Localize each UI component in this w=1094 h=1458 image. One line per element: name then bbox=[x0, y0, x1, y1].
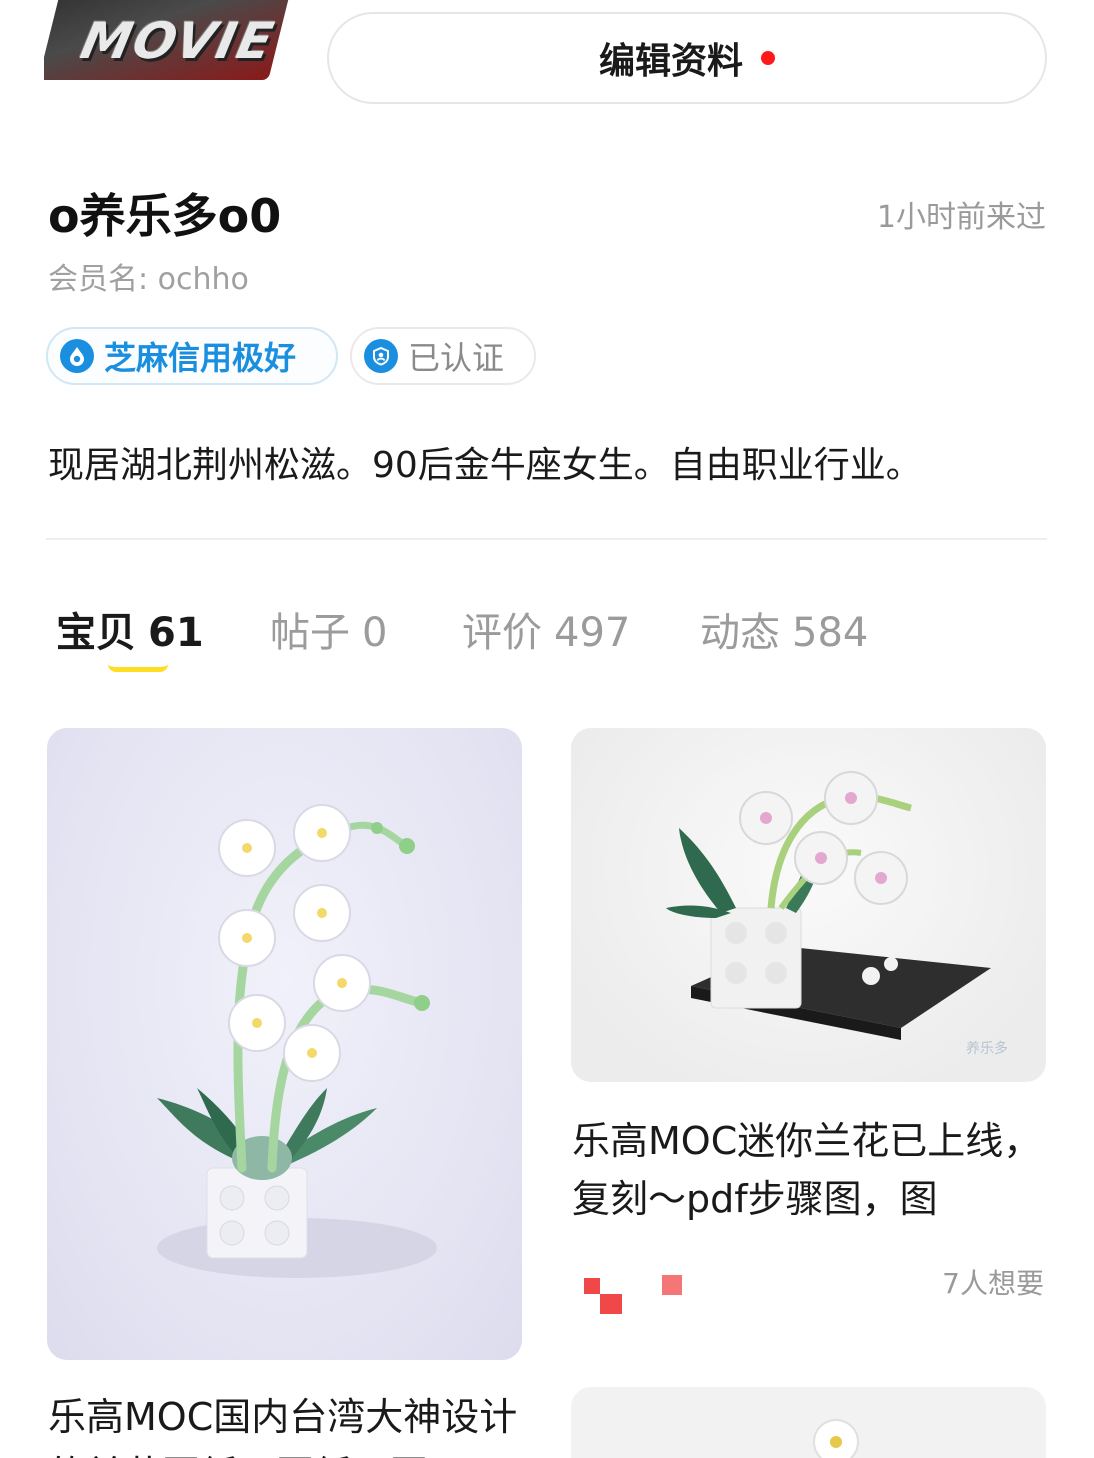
tab-label: 帖子 bbox=[270, 610, 350, 656]
member-name: 会员名: ochho bbox=[48, 262, 249, 297]
tab-reviews[interactable]: 评价 497 bbox=[462, 600, 630, 658]
tab-label: 宝贝 bbox=[56, 610, 136, 656]
want-count: 7人想要 bbox=[942, 1267, 1044, 1300]
verified-badge-label: 已认证 bbox=[408, 339, 505, 377]
placeholder-pixel-icon bbox=[600, 1294, 622, 1314]
profile-bio: 现居湖北荆州松滋。90后金牛座女生。自由职业行业。 bbox=[48, 445, 922, 486]
flower-illustration bbox=[813, 1419, 859, 1458]
tab-activity[interactable]: 动态 584 bbox=[700, 600, 868, 658]
verified-badge[interactable]: 已认证 bbox=[350, 327, 536, 385]
tab-label: 评价 bbox=[462, 610, 542, 656]
credit-badge[interactable]: 芝麻信用极好 bbox=[46, 327, 338, 385]
tab-count: 497 bbox=[554, 610, 631, 656]
verified-user-icon bbox=[364, 339, 398, 373]
mini-orchid-illustration: 养乐多 bbox=[666, 771, 1008, 1057]
tab-count: 584 bbox=[792, 610, 869, 656]
avatar[interactable]: MOVIE bbox=[44, 0, 294, 96]
item-title[interactable]: 乐高MOC迷你兰花已上线，复刻～pdf步骤图，图 bbox=[572, 1112, 1050, 1228]
tab-label: 动态 bbox=[700, 610, 780, 656]
tab-items[interactable]: 宝贝 61 bbox=[56, 600, 204, 658]
item-title[interactable]: 乐高MOC国内台湾大神设计的兰花图纸！图纸！图 bbox=[48, 1388, 526, 1458]
item-image-flower[interactable] bbox=[571, 1387, 1046, 1458]
tab-count: 61 bbox=[148, 610, 204, 656]
credit-badge-label: 芝麻信用极好 bbox=[104, 339, 297, 377]
sesame-credit-icon bbox=[60, 339, 94, 373]
edit-profile-label: 编辑资料 bbox=[598, 41, 743, 82]
placeholder-pixel-icon bbox=[662, 1275, 682, 1295]
section-divider bbox=[46, 538, 1047, 540]
item-image-orchid[interactable] bbox=[47, 728, 522, 1360]
nickname: o养乐多o0 bbox=[48, 189, 282, 243]
placeholder-pixel-icon bbox=[584, 1278, 600, 1294]
tab-count: 0 bbox=[362, 610, 388, 656]
notification-dot-icon bbox=[761, 51, 775, 65]
edit-profile-button[interactable]: 编辑资料 bbox=[327, 12, 1047, 104]
watermark: 养乐多 bbox=[966, 1040, 1008, 1057]
orchid-illustration bbox=[157, 804, 437, 1278]
tab-posts[interactable]: 帖子 0 bbox=[270, 600, 387, 658]
active-tab-indicator bbox=[108, 664, 168, 672]
item-image-mini-orchid[interactable]: 养乐多 bbox=[571, 728, 1046, 1082]
avatar-logo-text: MOVIE bbox=[75, 12, 281, 70]
last-visit-time: 1小时前来过 bbox=[876, 200, 1046, 235]
